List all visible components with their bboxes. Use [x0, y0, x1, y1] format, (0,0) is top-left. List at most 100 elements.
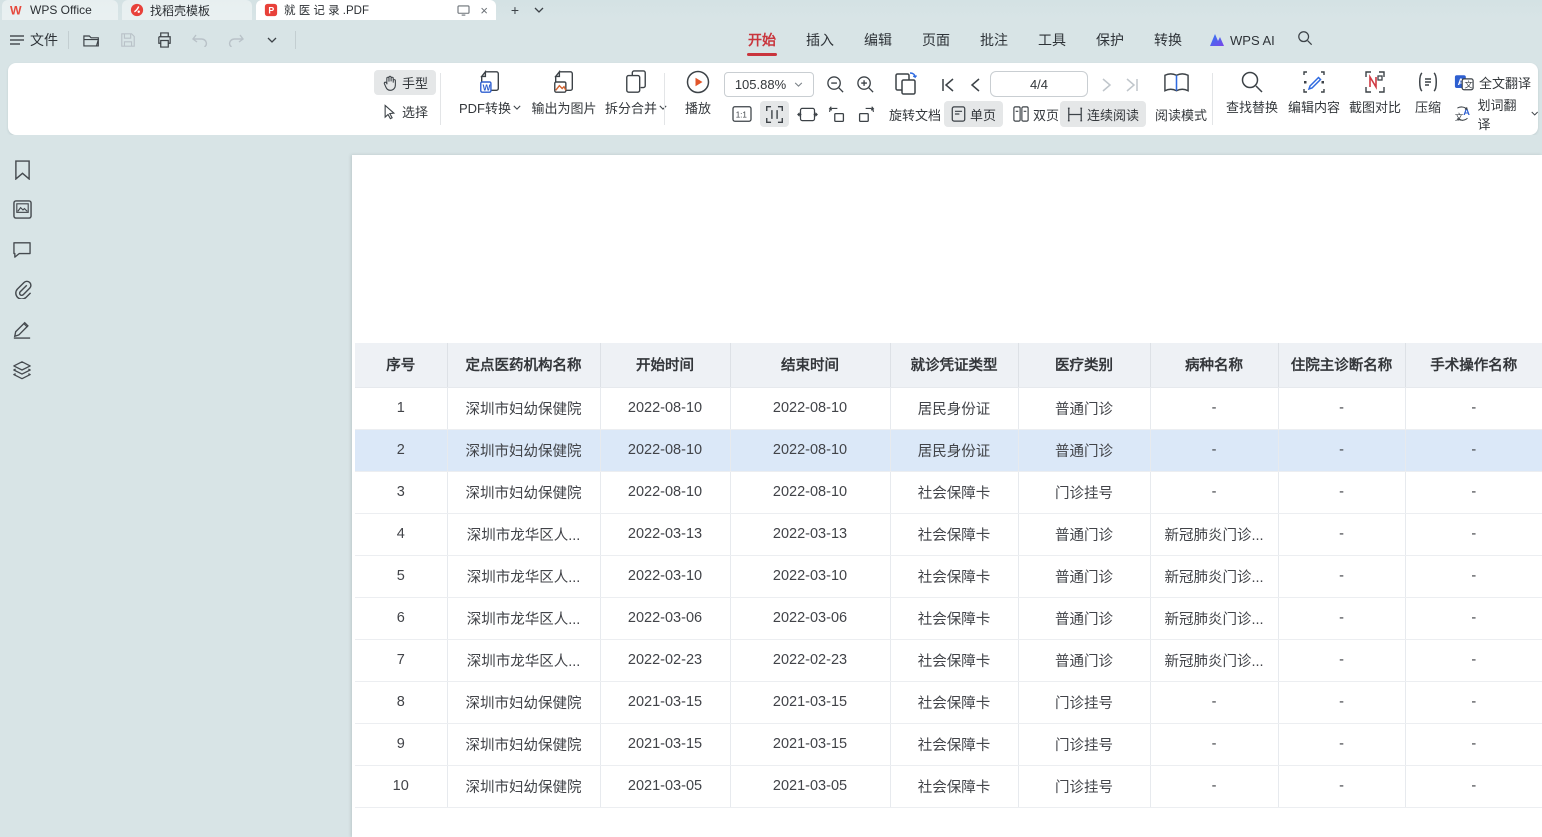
- table-cell: 2022-02-23: [600, 639, 730, 681]
- rotate-document-button[interactable]: 旋转文档: [882, 101, 948, 127]
- table-row: 4深圳市龙华区人...2022-03-132022-03-13社会保障卡普通门诊…: [355, 513, 1542, 555]
- rotate-right-button[interactable]: [852, 101, 881, 127]
- table-cell: 普通门诊: [1018, 429, 1150, 471]
- first-page-button[interactable]: [936, 72, 960, 97]
- document-title: 就 医 记 录 .PDF: [284, 2, 451, 18]
- tab-docer-templates[interactable]: 找稻壳模板: [122, 0, 252, 20]
- full-translate-label: 全文翻译: [1479, 73, 1531, 92]
- rotate-document-label: 旋转文档: [889, 105, 941, 124]
- table-row: 10深圳市妇幼保健院2021-03-052021-03-05社会保障卡门诊挂号-…: [355, 765, 1542, 807]
- menu-tools[interactable]: 工具: [1023, 20, 1081, 60]
- menu-edit[interactable]: 编辑: [849, 20, 907, 60]
- table-cell: 社会保障卡: [890, 681, 1018, 723]
- single-page-button[interactable]: 单页: [944, 101, 1003, 127]
- screenshot-compare-button[interactable]: 截图对比: [1344, 63, 1406, 123]
- table-header-row: 序号 定点医药机构名称 开始时间 结束时间 就诊凭证类型 医疗类别 病种名称 住…: [355, 343, 1542, 387]
- tab-list-chevron-icon[interactable]: [528, 0, 550, 20]
- menubar: 文件 开始 插入 编辑: [0, 20, 1542, 60]
- table-cell: 社会保障卡: [890, 513, 1018, 555]
- attachment-icon[interactable]: [11, 279, 33, 300]
- table-cell: 社会保障卡: [890, 765, 1018, 807]
- pdf-page[interactable]: 序号 定点医药机构名称 开始时间 结束时间 就诊凭证类型 医疗类别 病种名称 住…: [352, 155, 1542, 837]
- find-replace-button[interactable]: 查找替换: [1216, 63, 1288, 123]
- table-cell: -: [1278, 387, 1405, 429]
- wps-ai-logo-icon: [1209, 33, 1225, 47]
- last-page-button[interactable]: [1120, 72, 1144, 97]
- tab-wps-home[interactable]: W WPS Office: [2, 0, 118, 20]
- wps-ai-button[interactable]: WPS AI: [1197, 33, 1287, 48]
- table-cell: 深圳市龙华区人...: [447, 639, 600, 681]
- menu-insert[interactable]: 插入: [791, 20, 849, 60]
- select-tool-button[interactable]: 选择: [374, 99, 436, 124]
- table-cell: 社会保障卡: [890, 639, 1018, 681]
- table-cell: 2022-08-10: [600, 387, 730, 429]
- quick-access-chevron-icon[interactable]: [259, 28, 285, 52]
- table-cell: 普通门诊: [1018, 597, 1150, 639]
- screenshot-compare-icon: [1363, 70, 1387, 94]
- next-page-button[interactable]: [1096, 72, 1118, 97]
- print-icon[interactable]: [151, 28, 177, 52]
- menu-convert[interactable]: 转换: [1139, 20, 1197, 60]
- col-header-start-time: 开始时间: [600, 343, 730, 387]
- word-translate-button[interactable]: 文A 划词翻译: [1454, 101, 1538, 126]
- comment-icon[interactable]: [11, 239, 33, 260]
- previous-page-button[interactable]: [964, 72, 986, 97]
- titlebar: W WPS Office 找稻壳模板 P 就 医 记 录 .PDF × +: [0, 0, 1542, 20]
- col-header-end-time: 结束时间: [730, 343, 890, 387]
- page-number-input[interactable]: 4/4: [990, 71, 1088, 97]
- actual-size-button[interactable]: 1:1: [728, 101, 756, 127]
- double-page-label: 双页: [1033, 105, 1059, 124]
- tab-document-pdf[interactable]: P 就 医 记 录 .PDF ×: [256, 0, 496, 20]
- table-cell: -: [1405, 513, 1542, 555]
- menu-page[interactable]: 页面: [907, 20, 965, 60]
- menu-protect[interactable]: 保护: [1081, 20, 1139, 60]
- redo-icon[interactable]: [223, 28, 249, 52]
- split-merge-label: 拆分合并: [605, 98, 657, 117]
- zoom-level-input[interactable]: 105.88%: [724, 72, 814, 97]
- close-tab-icon[interactable]: ×: [480, 3, 488, 18]
- export-image-button[interactable]: 输出为图片: [520, 63, 608, 123]
- save-icon[interactable]: [115, 28, 141, 52]
- file-menu-button[interactable]: 文件: [10, 30, 58, 50]
- menu-annotate[interactable]: 批注: [965, 20, 1023, 60]
- fit-width-button[interactable]: [760, 101, 789, 127]
- table-cell: -: [1278, 681, 1405, 723]
- zoom-in-button[interactable]: [852, 72, 878, 97]
- read-mode-icon[interactable]: [1158, 68, 1194, 98]
- undo-icon[interactable]: [187, 28, 213, 52]
- table-cell: -: [1405, 639, 1542, 681]
- open-file-icon[interactable]: [79, 28, 105, 52]
- table-cell: 深圳市龙华区人...: [447, 597, 600, 639]
- read-mode-label: 阅读模式: [1155, 105, 1207, 124]
- new-tab-button[interactable]: +: [504, 0, 526, 20]
- table-cell: -: [1405, 471, 1542, 513]
- rotate-left-button[interactable]: [822, 101, 851, 127]
- rotate-pages-icon[interactable]: [890, 69, 922, 99]
- table-cell: 深圳市妇幼保健院: [447, 471, 600, 513]
- monitor-icon[interactable]: [457, 5, 470, 16]
- table-cell: -: [1278, 723, 1405, 765]
- full-translate-icon: A文: [1454, 74, 1474, 91]
- continuous-read-button[interactable]: 连续阅读: [1060, 101, 1146, 127]
- compress-button[interactable]: 压缩: [1406, 63, 1450, 123]
- play-button[interactable]: 播放: [672, 63, 724, 123]
- wps-pdf-app: W WPS Office 找稻壳模板 P 就 医 记 录 .PDF × + 文件: [0, 0, 1542, 837]
- read-mode-button[interactable]: 阅读模式: [1148, 101, 1214, 127]
- fit-page-button[interactable]: [792, 101, 823, 127]
- table-cell: 2022-08-10: [600, 471, 730, 513]
- table-cell: 深圳市妇幼保健院: [447, 765, 600, 807]
- thumbnail-icon[interactable]: [11, 199, 33, 220]
- bookmark-icon[interactable]: [11, 159, 33, 180]
- table-cell: 2021-03-15: [600, 681, 730, 723]
- hand-tool-button[interactable]: 手型: [374, 70, 436, 95]
- table-cell: -: [1278, 513, 1405, 555]
- signature-icon[interactable]: [11, 319, 33, 340]
- edit-content-button[interactable]: 编辑内容: [1282, 63, 1346, 123]
- menu-search-icon[interactable]: [1287, 30, 1323, 51]
- full-translate-button[interactable]: A文 全文翻译: [1454, 70, 1538, 95]
- menu-home[interactable]: 开始: [733, 20, 791, 60]
- pdf-convert-button[interactable]: W PDF转换: [450, 63, 530, 123]
- zoom-out-button[interactable]: [822, 72, 848, 97]
- divider: [295, 31, 296, 49]
- layers-icon[interactable]: [11, 359, 33, 380]
